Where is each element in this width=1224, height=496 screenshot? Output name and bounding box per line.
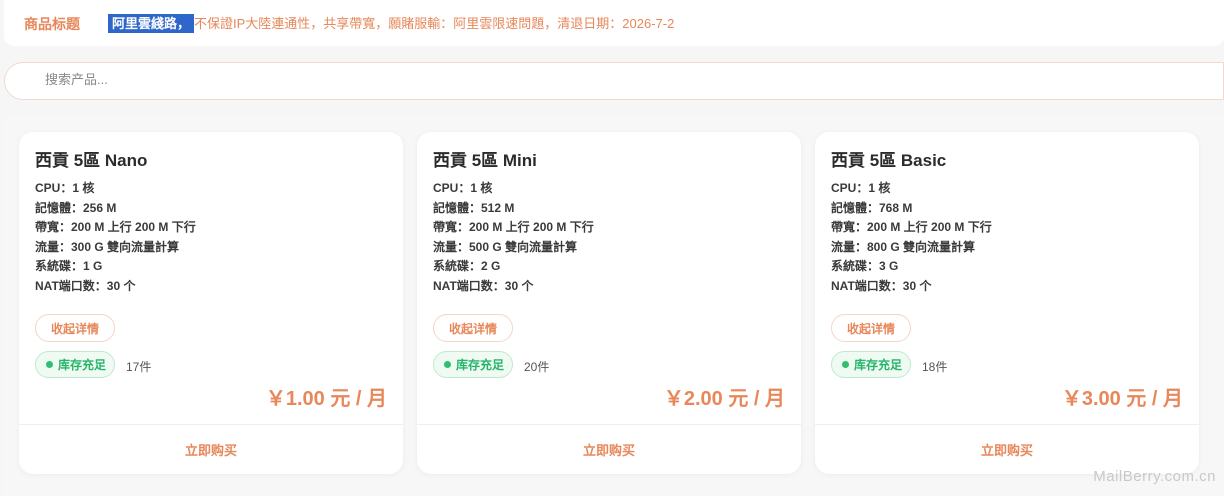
spec-cpu: CPU：1 核 (433, 181, 493, 195)
title-bar: 商品标题 阿里雲綫路， 不保證IP大陸連通性，共享帶寬，願賭服輸：阿里雲限速問題，… (4, 0, 1224, 46)
product-card: 西貢 5區 Nano CPU：1 核 記憶體：256 M 帶寬：200 M 上行… (19, 132, 403, 474)
stock-status-label: 库存充足 (854, 358, 903, 372)
stock-count: 17件 (126, 360, 152, 374)
collapse-details-button[interactable]: 收起详情 (433, 314, 513, 342)
product-name: 西貢 5區 Mini (433, 151, 537, 170)
spec-traffic: 流量：500 G 雙向流量計算 (433, 239, 578, 254)
stock-count: 20件 (524, 360, 550, 374)
price: ￥2.00 元 / 月 (663, 388, 785, 410)
status-dot-icon (444, 361, 451, 368)
stock-count: 18件 (922, 360, 948, 374)
spec-traffic: 流量：300 G 雙向流量計算 (35, 239, 180, 254)
title-text: 阿里雲綫路， 不保證IP大陸連通性，共享帶寬，願賭服輸：阿里雲限速問題，清退日期：… (108, 13, 675, 33)
title-label: 商品标题 (24, 16, 80, 32)
spec-memory: 記憶體：256 M (35, 200, 117, 215)
spec-memory: 記憶體：768 M (831, 200, 913, 215)
spec-bandwidth: 帶寬：200 M 上行 200 M 下行 (831, 220, 992, 235)
stock-status-badge: 库存充足 (831, 351, 912, 378)
spec-nat-ports: NAT端口数：30 个 (831, 278, 932, 293)
spec-disk: 系統碟：2 G (433, 259, 501, 274)
product-card: 西貢 5區 Basic CPU：1 核 記憶體：768 M 帶寬：200 M 上… (815, 132, 1199, 474)
product-name: 西貢 5區 Nano (35, 151, 148, 170)
spec-bandwidth: 帶寬：200 M 上行 200 M 下行 (433, 220, 594, 235)
spec-cpu: CPU：1 核 (35, 181, 95, 195)
title-highlight[interactable]: 阿里雲綫路， (108, 14, 195, 33)
title-body: 不保證IP大陸連通性，共享帶寬，願賭服輸：阿里雲限速問題，清退日期：2026-7… (194, 16, 675, 31)
product-name: 西貢 5區 Basic (831, 151, 947, 170)
product-specs: CPU：1 核 記憶體：512 M 帶寬：200 M 上行 200 M 下行 流… (433, 179, 594, 297)
buy-now-button[interactable]: 立即购买 (417, 425, 801, 474)
stock-status-label: 库存充足 (456, 358, 505, 372)
collapse-details-button[interactable]: 收起详情 (35, 314, 115, 342)
search-box[interactable] (4, 62, 1224, 100)
price: ￥3.00 元 / 月 (1061, 388, 1183, 410)
spec-nat-ports: NAT端口数：30 个 (433, 278, 534, 293)
product-specs: CPU：1 核 記憶體：256 M 帶寬：200 M 上行 200 M 下行 流… (35, 179, 196, 297)
buy-now-button[interactable]: 立即购买 (815, 425, 1199, 474)
search-input[interactable] (45, 72, 645, 87)
stock-status-badge: 库存充足 (433, 351, 514, 378)
collapse-details-button[interactable]: 收起详情 (831, 314, 911, 342)
product-card: 西貢 5區 Mini CPU：1 核 記憶體：512 M 帶寬：200 M 上行… (417, 132, 801, 474)
spec-memory: 記憶體：512 M (433, 200, 515, 215)
product-specs: CPU：1 核 記憶體：768 M 帶寬：200 M 上行 200 M 下行 流… (831, 179, 992, 297)
spec-nat-ports: NAT端口数：30 个 (35, 278, 136, 293)
spec-cpu: CPU：1 核 (831, 181, 891, 195)
stock-status-badge: 库存充足 (35, 351, 116, 378)
buy-now-button[interactable]: 立即购买 (19, 425, 403, 474)
watermark: MailBerry.com.cn (1093, 468, 1216, 485)
status-dot-icon (46, 361, 53, 368)
status-dot-icon (842, 361, 849, 368)
stock-status-label: 库存充足 (58, 358, 107, 372)
spec-disk: 系統碟：3 G (831, 259, 899, 274)
spec-bandwidth: 帶寬：200 M 上行 200 M 下行 (35, 220, 196, 235)
spec-traffic: 流量：800 G 雙向流量計算 (831, 239, 976, 254)
price: ￥1.00 元 / 月 (265, 388, 387, 410)
spec-disk: 系統碟：1 G (35, 259, 103, 274)
